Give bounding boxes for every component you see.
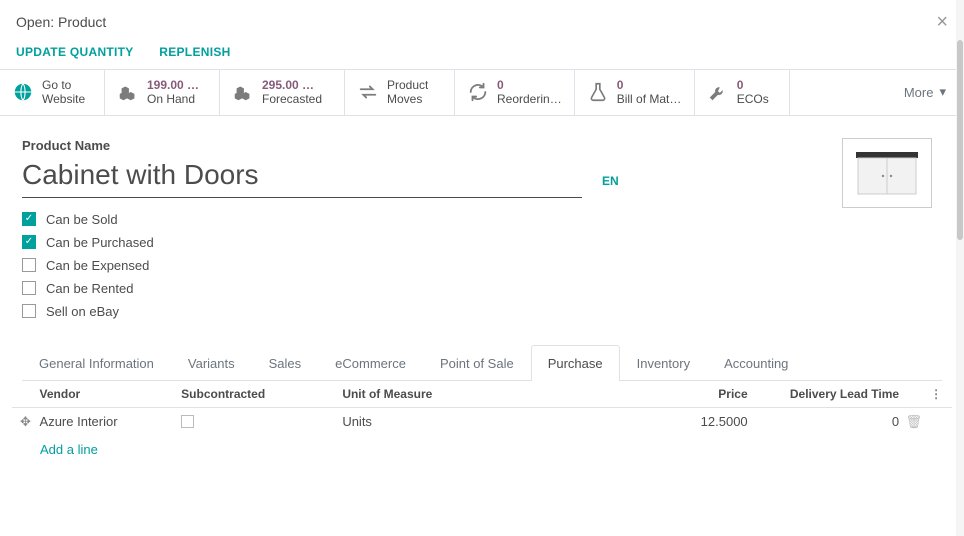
table-header: Vendor Subcontracted Unit of Measure Pri…	[12, 381, 952, 408]
col-vendor[interactable]: Vendor	[40, 387, 182, 401]
goto-website-button[interactable]: Go toWebsite	[0, 70, 105, 115]
cell-dlt[interactable]: 0	[748, 414, 899, 429]
bom-button[interactable]: 0Bill of Mat…	[575, 70, 695, 115]
checkbox-sell-on-ebay[interactable]	[22, 304, 36, 318]
chevron-down-icon: ▾	[939, 84, 946, 100]
tab-sales[interactable]: Sales	[252, 345, 319, 381]
checkbox-can-be-sold[interactable]	[22, 212, 36, 226]
add-line-button[interactable]: Add a line	[12, 436, 952, 463]
checkbox-label: Can be Rented	[46, 281, 133, 296]
table-row[interactable]: ✥Azure Interior Units12.50000🗑	[12, 408, 952, 436]
cubes-icon	[117, 81, 139, 103]
cell-price[interactable]: 12.5000	[616, 414, 748, 429]
cabinet-icon	[852, 148, 922, 198]
subcontracted-checkbox[interactable]	[181, 415, 194, 428]
checkbox-row: Can be Rented	[22, 281, 826, 296]
product-modal: Open: Product × UPDATE QUANTITY REPLENIS…	[0, 0, 964, 536]
product-image[interactable]	[842, 138, 932, 208]
refresh-icon	[467, 81, 489, 103]
flask-icon	[587, 81, 609, 103]
product-name-input[interactable]	[22, 157, 582, 198]
wrench-icon	[707, 81, 729, 103]
checkbox-label: Can be Expensed	[46, 258, 149, 273]
modal-title: Open: Product	[16, 14, 106, 30]
update-quantity-button[interactable]: UPDATE QUANTITY	[16, 45, 134, 59]
col-delivery-lead-time[interactable]: Delivery Lead Time	[748, 387, 899, 401]
tab-inventory[interactable]: Inventory	[620, 345, 707, 381]
cell-subcontracted[interactable]	[181, 415, 342, 428]
reordering-button[interactable]: 0Reorderin…	[455, 70, 575, 115]
product-name-label: Product Name	[22, 138, 826, 153]
action-bar: UPDATE QUANTITY REPLENISH	[0, 40, 964, 70]
tab-point-of-sale[interactable]: Point of Sale	[423, 345, 531, 381]
col-price[interactable]: Price	[616, 387, 748, 401]
purchase-table: Vendor Subcontracted Unit of Measure Pri…	[0, 381, 964, 463]
tab-purchase[interactable]: Purchase	[531, 345, 620, 381]
column-options-icon[interactable]: ⋮	[928, 387, 944, 401]
checkbox-row: Can be Sold	[22, 212, 826, 227]
scrollbar[interactable]	[956, 0, 964, 536]
stat-bar: Go toWebsite 199.00 …On Hand 295.00 …For…	[0, 70, 964, 116]
on-hand-button[interactable]: 199.00 …On Hand	[105, 70, 220, 115]
col-subcontracted[interactable]: Subcontracted	[181, 387, 342, 401]
tab-accounting[interactable]: Accounting	[707, 345, 805, 381]
checkbox-can-be-purchased[interactable]	[22, 235, 36, 249]
tabs: General InformationVariantsSaleseCommerc…	[22, 345, 942, 381]
checkbox-label: Can be Purchased	[46, 235, 154, 250]
scroll-thumb[interactable]	[957, 40, 963, 240]
checkbox-row: Can be Expensed	[22, 258, 826, 273]
checkbox-group: Can be Sold Can be Purchased Can be Expens…	[22, 212, 826, 319]
replenish-button[interactable]: REPLENISH	[159, 45, 230, 59]
globe-icon	[12, 81, 34, 103]
delete-row-icon[interactable]: 🗑	[899, 414, 928, 430]
product-moves-button[interactable]: ProductMoves	[345, 70, 455, 115]
tab-general-information[interactable]: General Information	[22, 345, 171, 381]
checkbox-can-be-rented[interactable]	[22, 281, 36, 295]
drag-handle-icon[interactable]: ✥	[20, 414, 40, 430]
modal-header: Open: Product ×	[0, 0, 964, 40]
cubes-icon	[232, 81, 254, 103]
tab-variants[interactable]: Variants	[171, 345, 252, 381]
cell-vendor[interactable]: Azure Interior	[40, 414, 182, 429]
checkbox-label: Can be Sold	[46, 212, 118, 227]
close-icon[interactable]: ×	[936, 12, 948, 32]
forecasted-button[interactable]: 295.00 …Forecasted	[220, 70, 345, 115]
checkbox-can-be-expensed[interactable]	[22, 258, 36, 272]
cell-uom[interactable]: Units	[342, 414, 615, 429]
ecos-button[interactable]: 0ECOs	[695, 70, 790, 115]
more-button[interactable]: More ▾	[886, 70, 964, 115]
checkbox-row: Sell on eBay	[22, 304, 826, 319]
language-button[interactable]: EN	[602, 174, 619, 188]
checkbox-label: Sell on eBay	[46, 304, 119, 319]
col-uom[interactable]: Unit of Measure	[342, 387, 615, 401]
tab-ecommerce[interactable]: eCommerce	[318, 345, 423, 381]
exchange-icon	[357, 81, 379, 103]
checkbox-row: Can be Purchased	[22, 235, 826, 250]
